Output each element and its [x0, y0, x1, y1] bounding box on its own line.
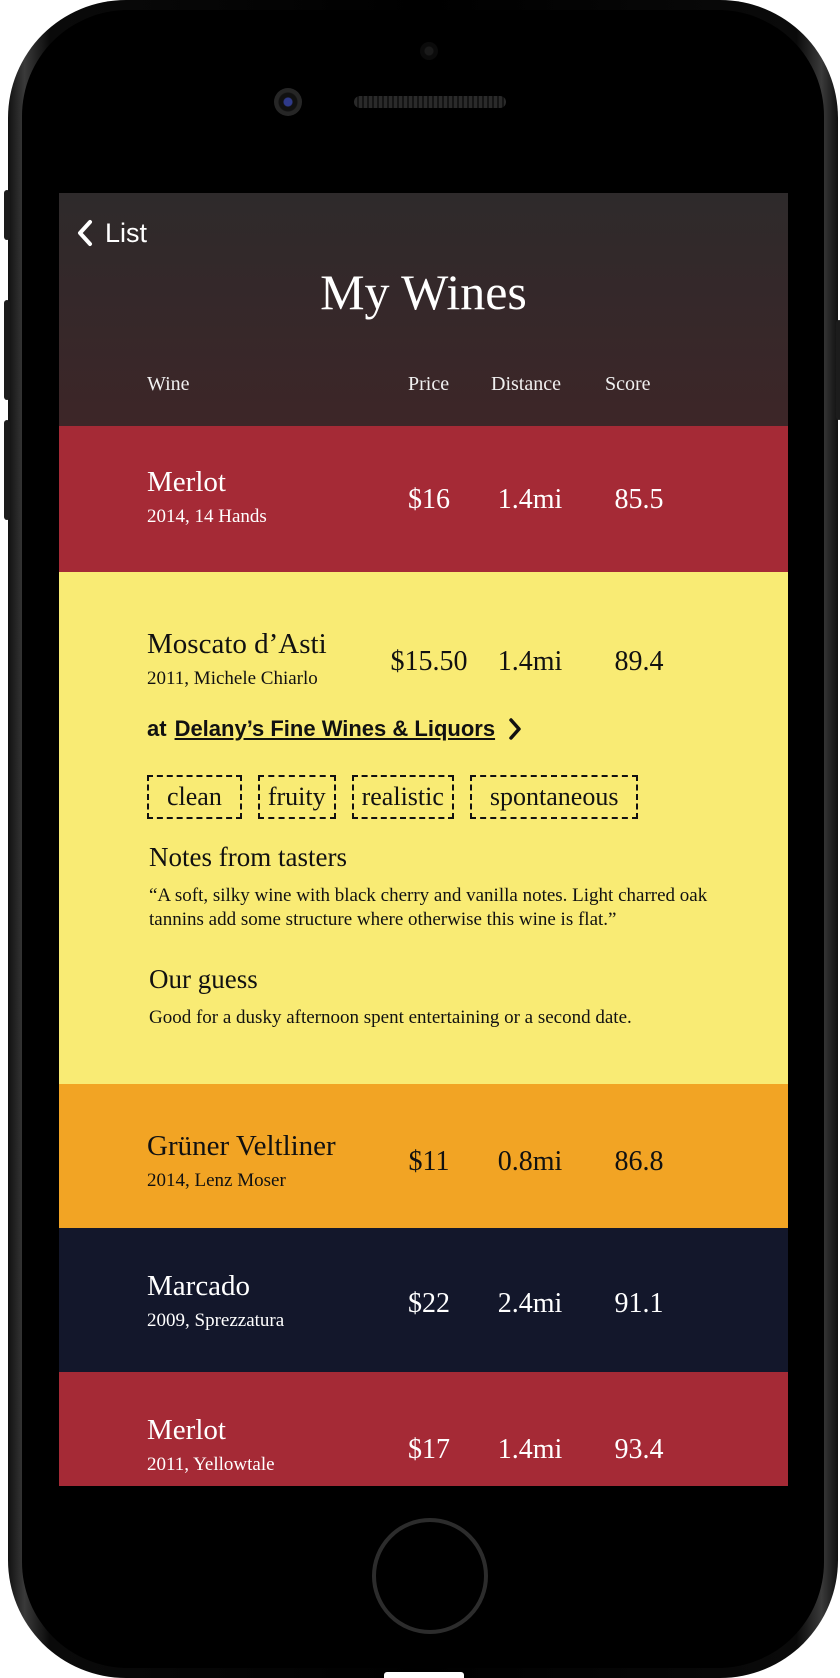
wine-score: 89.4: [614, 646, 664, 677]
column-header-distance: Distance: [491, 373, 561, 395]
notes-heading: Notes from tasters: [149, 842, 347, 872]
power-button: [836, 320, 840, 420]
tag[interactable]: fruity: [257, 775, 336, 819]
front-camera: [274, 88, 302, 116]
home-button[interactable]: [372, 1518, 488, 1634]
wine-vintage-producer: 2009, Sprezzatura: [147, 1310, 285, 1331]
wine-distance: 1.4mi: [497, 646, 563, 677]
wine-vintage-producer: 2014, 14 Hands: [147, 506, 267, 527]
wine-row[interactable]: Merlot 2011, Yellowtale $17 1.4mi 93.4: [59, 1372, 788, 1486]
store-line: at Delany’s Fine Wines & Liquors: [147, 716, 523, 742]
header: List My Wines Wine Price Distance Score: [59, 193, 788, 426]
store-link[interactable]: Delany’s Fine Wines & Liquors: [175, 716, 496, 742]
bottom-edge-mark: [384, 1672, 464, 1678]
wine-vintage-producer: 2011, Michele Chiarlo: [147, 668, 318, 689]
notes-text: “A soft, silky wine with black cherry an…: [149, 885, 708, 930]
wine-row[interactable]: Grüner Veltliner 2014, Lenz Moser $11 0.…: [59, 1084, 788, 1228]
wine-row[interactable]: Merlot 2014, 14 Hands $16 1.4mi 85.5: [59, 426, 788, 572]
volume-down-button: [4, 420, 10, 520]
wine-distance: 1.4mi: [497, 1434, 563, 1465]
tag[interactable]: clean: [147, 775, 242, 819]
wine-price: $15.50: [390, 646, 468, 677]
proximity-sensor: [420, 42, 438, 60]
back-button[interactable]: List: [75, 215, 147, 251]
guess-text: Good for a dusky afternoon spent enterta…: [149, 1007, 632, 1028]
mute-switch: [4, 190, 10, 240]
column-header-price: Price: [408, 373, 450, 395]
page-title: My Wines: [320, 264, 527, 320]
tag[interactable]: realistic: [351, 775, 454, 819]
wine-name: Moscato d’Asti: [147, 628, 327, 660]
wine-name: Marcado: [147, 1270, 251, 1302]
store-prefix: at: [147, 716, 167, 741]
guess-heading: Our guess: [149, 964, 258, 994]
back-label: List: [105, 217, 148, 248]
column-header-wine: Wine: [147, 373, 190, 395]
wine-distance: 0.8mi: [497, 1146, 563, 1177]
wine-score: 91.1: [614, 1288, 664, 1319]
tag-list: clean fruity realistic spontaneous: [147, 775, 639, 819]
wine-distance: 2.4mi: [497, 1288, 563, 1319]
wine-name: Merlot: [147, 1414, 226, 1446]
wine-price: $16: [408, 484, 450, 515]
wine-vintage-producer: 2014, Lenz Moser: [147, 1170, 286, 1191]
tag[interactable]: spontaneous: [469, 775, 639, 819]
wine-row-expanded[interactable]: Moscato d’Asti 2011, Michele Chiarlo $15…: [59, 572, 788, 1084]
wine-score: 86.8: [614, 1146, 664, 1177]
wine-price: $17: [408, 1434, 450, 1465]
wine-vintage-producer: 2011, Yellowtale: [147, 1454, 275, 1475]
app-screen: List My Wines Wine Price Distance Score …: [59, 193, 788, 1486]
wine-score: 93.4: [614, 1434, 664, 1465]
chevron-left-icon: [78, 220, 92, 246]
wine-score: 85.5: [614, 484, 664, 515]
wine-name: Merlot: [147, 466, 226, 498]
wine-row[interactable]: Marcado 2009, Sprezzatura $22 2.4mi 91.1: [59, 1228, 788, 1372]
wine-price: $11: [408, 1146, 450, 1177]
wine-price: $22: [408, 1288, 450, 1319]
wine-distance: 1.4mi: [497, 484, 563, 515]
wine-name: Grüner Veltliner: [147, 1130, 336, 1162]
column-header-score: Score: [605, 373, 651, 395]
volume-up-button: [4, 300, 10, 400]
earpiece-speaker: [354, 96, 506, 108]
chevron-right-icon[interactable]: [507, 717, 523, 741]
